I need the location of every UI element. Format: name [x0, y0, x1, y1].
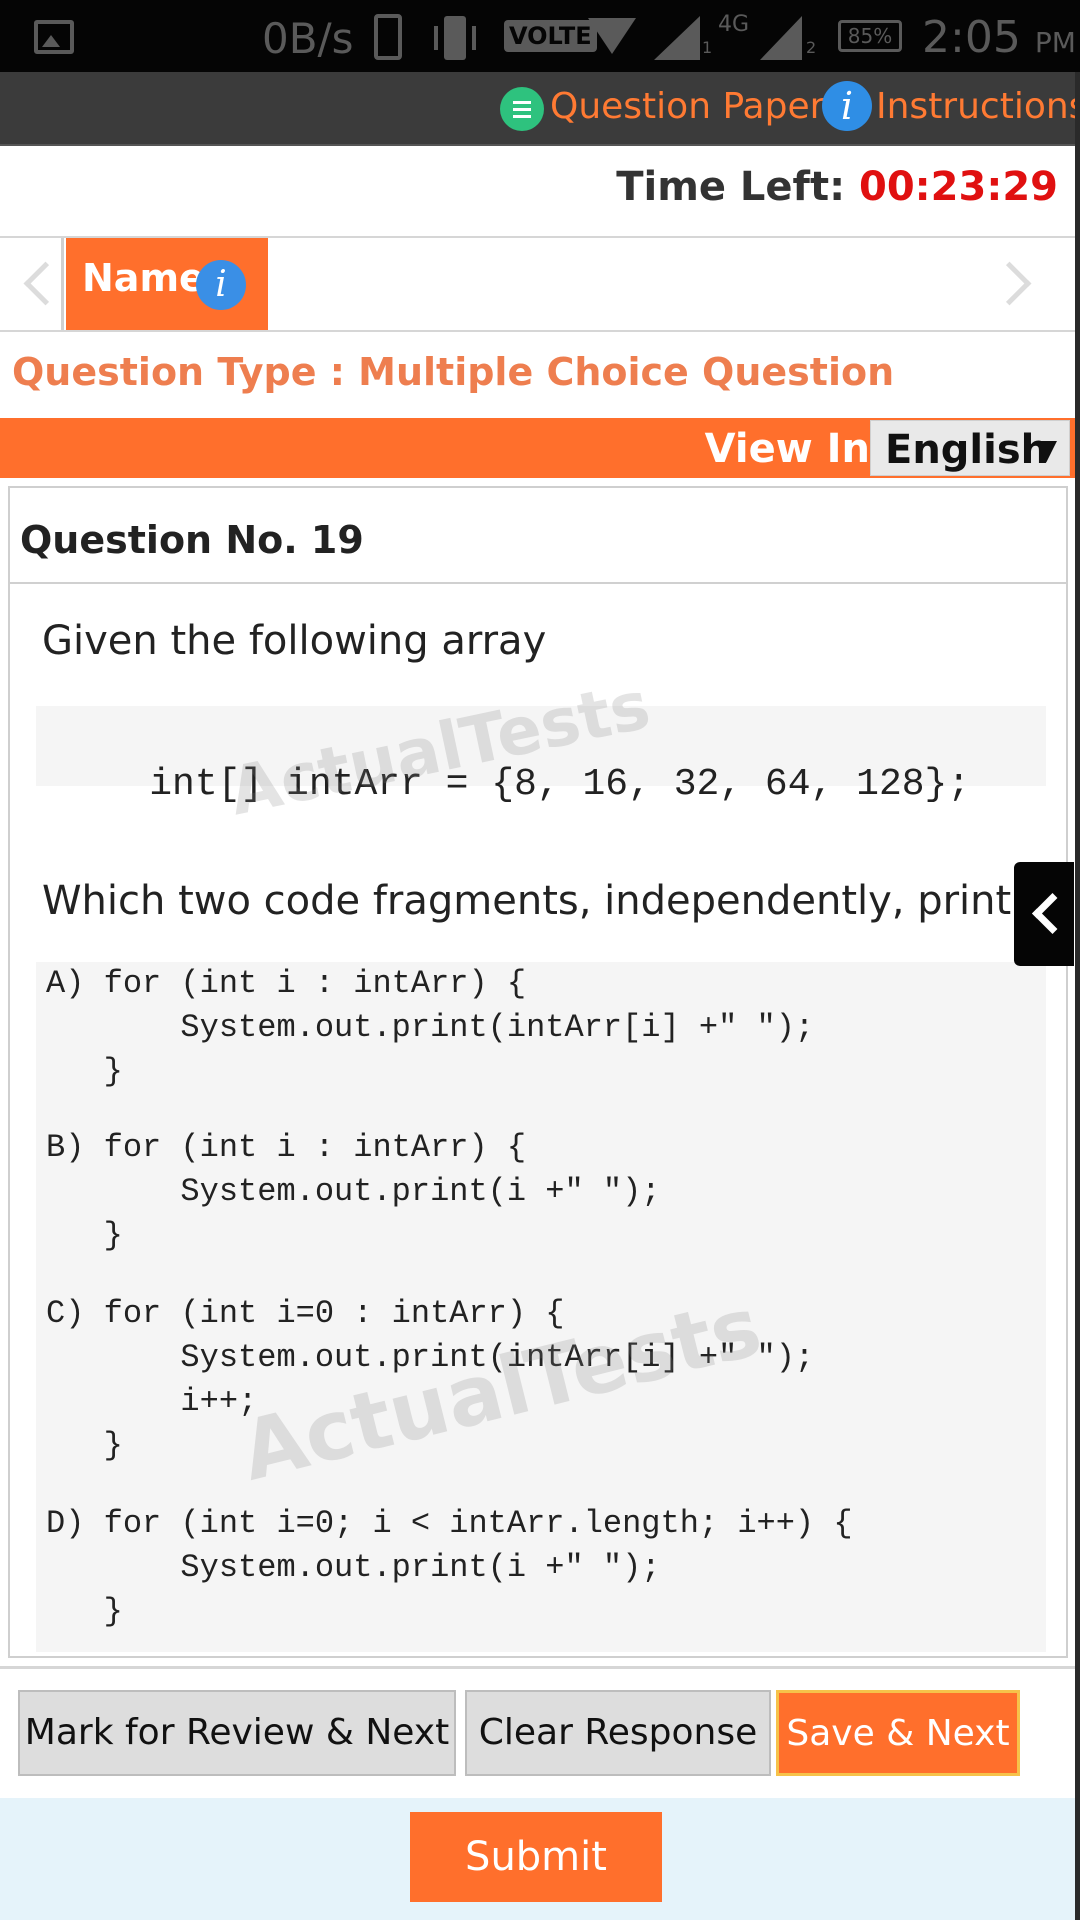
section-tabs: Name i	[0, 238, 1080, 332]
mark-review-next-button[interactable]: Mark for Review & Next	[18, 1690, 456, 1776]
network-speed: 0B/s	[262, 14, 354, 63]
time-left-label: Time Left:	[616, 164, 846, 210]
question-number: Question No. 19	[20, 518, 364, 562]
divider	[10, 582, 1066, 584]
caret-down-icon: ▼	[1035, 433, 1057, 466]
wifi-icon	[588, 18, 636, 54]
language-select[interactable]: English ▼	[870, 420, 1070, 476]
scroll-edge	[1075, 72, 1080, 1920]
option-d: D) for (int i=0; i < intArr.length; i++)…	[46, 1505, 853, 1630]
phone-icon	[374, 14, 402, 60]
question-paper-link[interactable]: Question Paper	[550, 86, 824, 127]
divider	[0, 1666, 1080, 1669]
volte-badge: VOLTE	[504, 20, 597, 52]
battery-level: 85%	[847, 24, 893, 48]
time-left: Time Left: 00:23:29	[616, 164, 1058, 210]
clock: 2:05 PM	[922, 12, 1076, 63]
info-icon[interactable]: i	[196, 260, 246, 310]
question-intro: Given the following array	[42, 618, 547, 664]
time-left-value: 00:23:29	[859, 164, 1058, 210]
instructions-link[interactable]: Instructions	[876, 86, 1080, 127]
status-bar: 0B/s VOLTE 1 4G 2 85% 2:05 PM	[0, 0, 1080, 72]
list-icon[interactable]	[500, 87, 544, 131]
network-type: 4G	[718, 12, 750, 37]
question-panel[interactable]: Question No. 19 Given the following arra…	[8, 486, 1068, 1658]
view-in-label: View In	[704, 426, 870, 472]
submit-area: Submit	[0, 1798, 1075, 1920]
option-b: B) for (int i : intArr) { System.out.pri…	[46, 1129, 661, 1254]
info-icon[interactable]: i	[822, 81, 872, 131]
vibrate-icon	[430, 16, 480, 60]
option-a: A) for (int i : intArr) { System.out.pri…	[46, 965, 815, 1090]
tab-name[interactable]: Name i	[66, 238, 268, 330]
sim1-label: 1	[702, 38, 713, 57]
array-code-image: int[] intArr = {8, 16, 32, 64, 128}; Act…	[36, 666, 1046, 831]
tab-name-label: Name	[82, 256, 205, 300]
clock-ampm: PM	[1034, 26, 1076, 59]
clock-time: 2:05	[922, 12, 1021, 63]
question-type: Question Type : Multiple Choice Question	[12, 350, 895, 394]
chevron-left-icon[interactable]	[8, 238, 64, 330]
clear-response-button[interactable]: Clear Response	[465, 1690, 771, 1776]
submit-button[interactable]: Submit	[410, 1812, 662, 1902]
signal-icon	[760, 16, 802, 60]
chevron-left-icon[interactable]	[1014, 862, 1074, 966]
save-next-button[interactable]: Save & Next	[776, 1690, 1020, 1776]
language-value: English	[885, 427, 1050, 473]
battery-icon: 85%	[838, 20, 902, 52]
signal-icon	[654, 16, 700, 60]
sim2-label: 2	[806, 38, 817, 57]
view-in-bar: View In English ▼	[0, 418, 1080, 478]
chevron-right-icon[interactable]	[988, 238, 1044, 330]
options-code-image: A) for (int i : intArr) { System.out.pri…	[36, 962, 1046, 1652]
image-icon	[34, 20, 74, 54]
question-prompt: Which two code fragments, independently,…	[42, 878, 1068, 924]
top-bar: Question Paper i Instructions	[0, 72, 1080, 146]
